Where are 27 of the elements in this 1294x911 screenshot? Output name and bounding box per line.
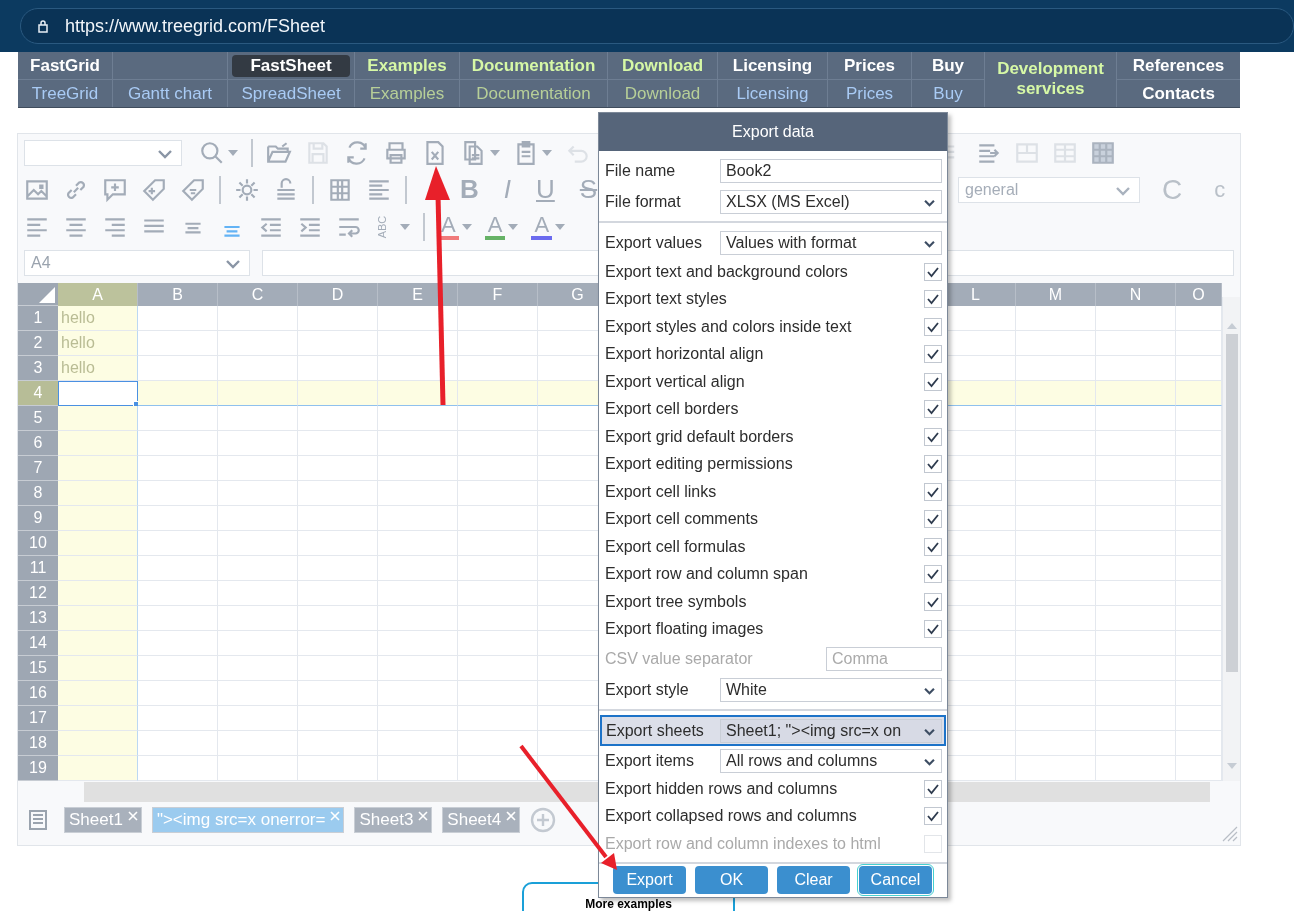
option-label: Export grid default borders bbox=[605, 427, 795, 446]
option-label: Export cell formulas bbox=[605, 537, 747, 556]
option-label: Export sheets bbox=[606, 721, 705, 740]
option-label: Export hidden rows and columns bbox=[605, 779, 839, 798]
cell-text: hello bbox=[61, 334, 95, 352]
option-label: Export style bbox=[605, 680, 690, 699]
option-label: Export text and background colors bbox=[605, 262, 849, 281]
dialog-title: Export data bbox=[599, 113, 947, 151]
option-label: Export cell links bbox=[605, 482, 718, 501]
option-label: Export styles and colors inside text bbox=[605, 317, 853, 336]
option-label: Export cell borders bbox=[605, 400, 740, 419]
option-label: File name bbox=[605, 161, 677, 180]
cell-text: hello bbox=[61, 309, 95, 327]
option-label: Export values bbox=[605, 233, 703, 252]
cell-text: hello bbox=[61, 359, 95, 377]
option-label: File format bbox=[605, 192, 682, 211]
option-label: Export tree symbols bbox=[605, 592, 748, 611]
option-label: Export horizontal align bbox=[605, 345, 765, 364]
option-label: Export collapsed rows and columns bbox=[605, 807, 858, 826]
option-label: Export cell comments bbox=[605, 510, 759, 529]
option-label: Export editing permissions bbox=[605, 455, 794, 474]
option-label: Export row and column indexes to html bbox=[605, 834, 882, 853]
option-label: Export row and column span bbox=[605, 565, 809, 584]
option-label: CSV value separator bbox=[605, 649, 754, 668]
option-label: Export vertical align bbox=[605, 372, 746, 391]
option-label: Export items bbox=[605, 751, 695, 770]
option-label: Export floating images bbox=[605, 620, 765, 639]
